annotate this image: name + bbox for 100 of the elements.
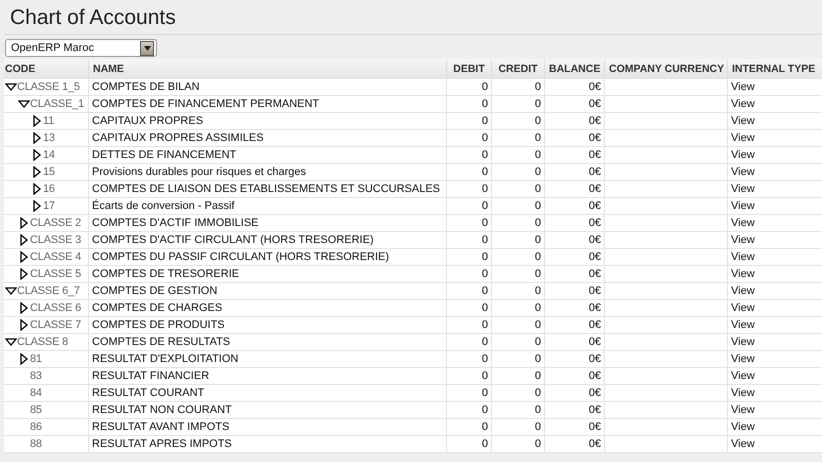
account-code: CLASSE 3 <box>30 234 81 246</box>
credit-value: 0 <box>534 336 541 348</box>
expand-triangle-icon[interactable] <box>31 132 43 144</box>
column-header[interactable]: DEBIT <box>446 59 492 79</box>
balance-value: 0€ <box>588 149 601 161</box>
account-code: 15 <box>43 166 55 178</box>
account-code: 14 <box>43 149 55 161</box>
column-header[interactable]: BALANCE <box>544 59 604 79</box>
account-name: RESULTAT AVANT IMPOTS <box>92 421 230 433</box>
expand-triangle-icon[interactable] <box>18 353 30 365</box>
internal-type-value: View <box>731 234 755 246</box>
account-name: COMPTES DE FINANCEMENT PERMANENT <box>92 98 320 110</box>
debit-value: 0 <box>482 149 488 161</box>
account-code: 13 <box>43 132 55 144</box>
account-code: CLASSE 1_5 <box>17 81 80 93</box>
balance-value: 0€ <box>588 404 601 416</box>
credit-value: 0 <box>534 234 541 246</box>
column-header[interactable]: CREDIT <box>492 59 544 79</box>
debit-value: 0 <box>482 319 488 331</box>
account-code: CLASSE_1 <box>30 98 84 110</box>
debit-value: 0 <box>482 302 488 314</box>
debit-value: 0 <box>482 200 488 212</box>
debit-value: 0 <box>482 217 488 229</box>
expand-triangle-icon[interactable] <box>18 302 30 314</box>
internal-type-value: View <box>731 285 755 297</box>
internal-type-value: View <box>731 336 755 348</box>
expand-triangle-icon[interactable] <box>18 217 30 229</box>
account-name: Écarts de conversion - Passif <box>92 200 234 212</box>
debit-value: 0 <box>482 370 488 382</box>
credit-value: 0 <box>534 421 541 433</box>
expand-triangle-icon[interactable] <box>18 251 30 263</box>
account-name: COMPTES DU PASSIF CIRCULANT (HORS TRESORERIE) <box>92 251 390 263</box>
internal-type-value: View <box>731 217 755 229</box>
balance-value: 0€ <box>588 353 601 365</box>
balance-value: 0€ <box>588 132 601 144</box>
expand-triangle-icon[interactable] <box>18 268 30 280</box>
internal-type-value: View <box>731 251 755 263</box>
internal-type-value: View <box>731 353 755 365</box>
debit-value: 0 <box>482 353 488 365</box>
credit-value: 0 <box>534 98 541 110</box>
account-name: COMPTES DE GESTION <box>92 285 218 297</box>
collapse-triangle-icon[interactable] <box>18 98 30 110</box>
company-select[interactable]: OpenERP Maroc <box>5 39 157 57</box>
credit-value: 0 <box>534 387 541 399</box>
credit-value: 0 <box>534 183 541 195</box>
credit-value: 0 <box>534 268 541 280</box>
balance-value: 0€ <box>588 166 601 178</box>
balance-value: 0€ <box>588 438 601 450</box>
balance-value: 0€ <box>588 268 601 280</box>
credit-value: 0 <box>534 149 541 161</box>
account-code: CLASSE 6_7 <box>17 285 80 297</box>
account-name: CAPITAUX PROPRES <box>92 115 204 127</box>
account-name: COMPTES DE RESULTATS <box>92 336 230 348</box>
expand-triangle-icon[interactable] <box>31 183 43 195</box>
account-code: 83 <box>30 370 42 382</box>
balance-value: 0€ <box>588 217 601 229</box>
balance-value: 0€ <box>588 251 601 263</box>
page-title: Chart of Accounts <box>4 0 822 35</box>
account-name: COMPTES DE LIAISON DES ETABLISSEMENTS ET SUCCURSALES <box>92 183 440 195</box>
account-code: 17 <box>43 200 55 212</box>
column-header[interactable]: COMPANY CURRENCY <box>604 59 728 79</box>
debit-value: 0 <box>482 166 488 178</box>
internal-type-value: View <box>731 200 755 212</box>
collapse-triangle-icon[interactable] <box>5 285 17 297</box>
credit-value: 0 <box>534 285 541 297</box>
account-code: 81 <box>30 353 42 365</box>
balance-value: 0€ <box>588 285 601 297</box>
collapse-triangle-icon[interactable] <box>5 336 17 348</box>
column-header[interactable]: NAME <box>88 59 446 79</box>
expand-triangle-icon[interactable] <box>18 234 30 246</box>
balance-value: 0€ <box>588 370 601 382</box>
expand-triangle-icon[interactable] <box>31 149 43 161</box>
expand-triangle-icon[interactable] <box>31 200 43 212</box>
balance-value: 0€ <box>588 302 601 314</box>
internal-type-value: View <box>731 183 755 195</box>
expand-triangle-icon[interactable] <box>31 166 43 178</box>
internal-type-value: View <box>731 132 755 144</box>
collapse-triangle-icon[interactable] <box>5 81 17 93</box>
balance-value: 0€ <box>588 336 601 348</box>
account-code: 11 <box>43 115 54 127</box>
balance-value: 0€ <box>588 421 601 433</box>
account-name: COMPTES D'ACTIF IMMOBILISE <box>92 217 259 229</box>
credit-value: 0 <box>534 251 541 263</box>
credit-value: 0 <box>534 217 541 229</box>
account-name: RESULTAT D'EXPLOITATION <box>92 353 238 365</box>
expand-triangle-icon[interactable] <box>31 115 43 127</box>
expand-triangle-icon[interactable] <box>18 319 30 331</box>
balance-value: 0€ <box>588 200 601 212</box>
debit-value: 0 <box>482 251 488 263</box>
debit-value: 0 <box>482 421 488 433</box>
account-code: CLASSE 5 <box>30 268 81 280</box>
debit-value: 0 <box>482 81 488 93</box>
account-name: Provisions durables pour risques et charges <box>92 166 306 178</box>
credit-value: 0 <box>534 81 541 93</box>
column-header[interactable]: INTERNAL TYPE <box>728 59 822 79</box>
account-name: CAPITAUX PROPRES ASSIMILES <box>92 132 264 144</box>
account-name: COMPTES DE PRODUITS <box>92 319 225 331</box>
column-header[interactable]: CODE <box>4 59 88 79</box>
credit-value: 0 <box>534 404 541 416</box>
internal-type-value: View <box>731 149 755 161</box>
